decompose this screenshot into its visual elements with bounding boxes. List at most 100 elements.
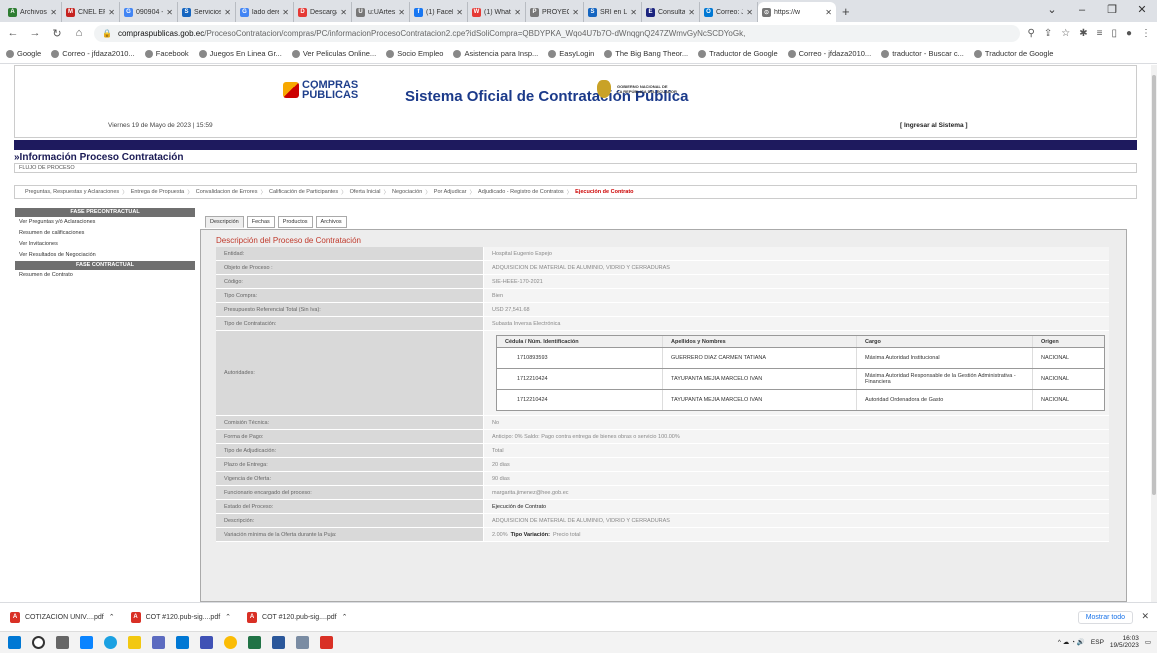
bookmark-item[interactable]: Juegos En Linea Gr... — [198, 49, 282, 58]
close-window-button[interactable]: ✕ — [1127, 0, 1157, 22]
browser-tab[interactable]: Uu:UArtes ✕ — [352, 2, 410, 22]
process-step[interactable]: Por Adjudicar — [434, 189, 470, 195]
browser-tab[interactable]: f(1) Facebo✕ — [410, 2, 468, 22]
bookmark-item[interactable]: Asistencia para Insp... — [453, 49, 538, 58]
share-icon[interactable]: ⇪ — [1044, 28, 1052, 39]
bookmark-item[interactable]: Traductor de Google — [973, 49, 1053, 58]
browser-tab[interactable]: Glado dere ✕ — [236, 2, 294, 22]
detail-tab[interactable]: Productos — [277, 216, 313, 228]
reload-icon[interactable]: ↻ — [50, 27, 64, 40]
browser-tab[interactable]: SSRI en Lín✕ — [584, 2, 642, 22]
tab-close-icon[interactable]: ✕ — [825, 8, 832, 17]
minimize-button[interactable]: – — [1067, 0, 1097, 22]
tab-close-icon[interactable]: ✕ — [398, 8, 405, 17]
compras-publicas-logo[interactable]: COMPRAS PÚBLICAS — [283, 80, 358, 101]
chevron-up-icon[interactable]: ⌃ — [342, 613, 348, 621]
detail-tab[interactable]: Descripción — [205, 216, 244, 228]
process-step[interactable]: Convalidacion de Errores — [196, 189, 261, 195]
browser-tab[interactable]: G 090904 - ✕ — [120, 2, 178, 22]
menu-icon[interactable]: ⋮ — [1141, 28, 1151, 39]
show-all-downloads-button[interactable]: Mostrar todo — [1077, 611, 1133, 624]
download-item[interactable]: A COTIZACION UNIV....pdf ⌃ — [10, 611, 115, 623]
close-downloads-icon[interactable]: ✕ — [1141, 611, 1149, 622]
process-step[interactable]: Negociación — [392, 189, 425, 195]
tab-search-icon[interactable]: ⌄ — [1037, 0, 1067, 22]
tab-close-icon[interactable]: ✕ — [340, 8, 347, 17]
sidebar-item[interactable]: Resumen de Contrato — [15, 270, 195, 281]
word-icon[interactable] — [272, 636, 285, 649]
tab-close-icon[interactable]: ✕ — [572, 8, 579, 17]
zoom-icon[interactable]: ⚲ — [1028, 28, 1035, 39]
tab-close-icon[interactable]: ✕ — [282, 8, 289, 17]
process-step[interactable]: Oferta Inicial — [350, 189, 384, 195]
download-item[interactable]: A COT #120.pub-sig....pdf ⌃ — [247, 611, 348, 623]
tray-icons[interactable]: ^ ☁ ◔ 🔊 — [1058, 638, 1085, 646]
edge-icon[interactable] — [104, 636, 117, 649]
browser-tab[interactable]: PPROYECT✕ — [526, 2, 584, 22]
bookmark-item[interactable]: traductor - Buscar c... — [881, 49, 964, 58]
login-link[interactable]: [ Ingresar al Sistema ] — [900, 122, 968, 129]
detail-tab[interactable]: Archivos — [315, 216, 347, 228]
file-explorer-icon[interactable] — [128, 636, 141, 649]
extensions-icon[interactable]: ✱ — [1079, 28, 1087, 39]
tab-close-icon[interactable]: ✕ — [456, 8, 463, 17]
process-step[interactable]: Preguntas, Respuestas y Aclaraciones — [25, 189, 122, 195]
tab-close-icon[interactable]: ✕ — [514, 8, 521, 17]
new-tab-icon[interactable]: + — [836, 2, 856, 22]
url-field[interactable]: 🔒 compraspublicas.gob.ec/ProcesoContrata… — [94, 24, 1020, 42]
bookmark-item[interactable]: EasyLogin — [548, 49, 594, 58]
restore-button[interactable]: ❐ — [1097, 0, 1127, 22]
side-panel-icon[interactable]: ▯ — [1111, 28, 1117, 39]
bookmark-star-icon[interactable]: ☆ — [1061, 28, 1070, 39]
browser-tab[interactable]: E Consulta ✕ — [642, 2, 700, 22]
browser-tab[interactable]: O Correo: J ✕ — [700, 2, 758, 22]
bookmark-item[interactable]: Correo - jfdaza2010... — [787, 49, 871, 58]
sidebar-item[interactable]: Ver Preguntas y/ó Aclaraciones — [15, 217, 195, 228]
weather-icon[interactable] — [80, 636, 93, 649]
store-icon[interactable] — [152, 636, 165, 649]
search-icon[interactable] — [32, 636, 45, 649]
forward-icon[interactable]: → — [28, 27, 42, 39]
process-step[interactable]: Adjudicado - Registro de Contratos — [478, 189, 567, 195]
scrollbar-thumb[interactable] — [1152, 75, 1156, 495]
notifications-icon[interactable]: ▭ — [1145, 638, 1151, 646]
page-scrollbar[interactable] — [1151, 65, 1157, 602]
back-icon[interactable]: ← — [6, 27, 20, 39]
language-indicator[interactable]: ESP — [1091, 639, 1104, 646]
tab-close-icon[interactable]: ✕ — [746, 8, 753, 17]
bookmark-item[interactable]: Correo - jfdaza2010... — [51, 49, 135, 58]
browser-tab[interactable]: D Descarga ✕ — [294, 2, 352, 22]
outlook-icon[interactable] — [176, 636, 189, 649]
chevron-up-icon[interactable]: ⌃ — [225, 613, 231, 621]
acrobat-icon[interactable] — [320, 636, 333, 649]
tab-close-icon[interactable]: ✕ — [108, 8, 115, 17]
start-icon[interactable] — [8, 636, 21, 649]
bookmark-item[interactable]: The Big Bang Theor... — [604, 49, 688, 58]
bookmark-item[interactable]: Traductor de Google — [698, 49, 778, 58]
sidebar-item[interactable]: Ver Resultados de Negociación — [15, 250, 195, 261]
detail-tab[interactable]: Fechas — [246, 216, 275, 228]
tab-close-icon[interactable]: ✕ — [224, 8, 231, 17]
browser-tab[interactable]: ⊙ https://w ✕ — [758, 2, 836, 22]
process-step[interactable]: Entrega de Propuesta — [131, 189, 188, 195]
excel-icon[interactable] — [248, 636, 261, 649]
chevron-up-icon[interactable]: ⌃ — [109, 613, 115, 621]
process-step[interactable]: Calificación de Participantes — [269, 189, 341, 195]
tab-close-icon[interactable]: ✕ — [688, 8, 695, 17]
notepad-icon[interactable] — [296, 636, 309, 649]
home-icon[interactable]: ⌂ — [72, 27, 86, 39]
tab-close-icon[interactable]: ✕ — [630, 8, 637, 17]
app-icon[interactable] — [200, 636, 213, 649]
chrome-icon[interactable] — [224, 636, 237, 649]
task-view-icon[interactable] — [56, 636, 69, 649]
browser-tab[interactable]: A Archivos ✕ — [4, 2, 62, 22]
bookmark-item[interactable]: Ver Peliculas Online... — [291, 49, 376, 58]
browser-tab[interactable]: M CNEL EP ✕ — [62, 2, 120, 22]
browser-tab[interactable]: W(1) Whats✕ — [468, 2, 526, 22]
bookmark-item[interactable]: Google — [6, 49, 41, 58]
browser-tab[interactable]: S Servicios ✕ — [178, 2, 236, 22]
download-item[interactable]: A COT #120.pub-sig....pdf ⌃ — [130, 611, 231, 623]
tab-close-icon[interactable]: ✕ — [50, 8, 57, 17]
bookmark-item[interactable]: Socio Empleo — [386, 49, 443, 58]
bookmark-item[interactable]: Facebook — [144, 49, 189, 58]
